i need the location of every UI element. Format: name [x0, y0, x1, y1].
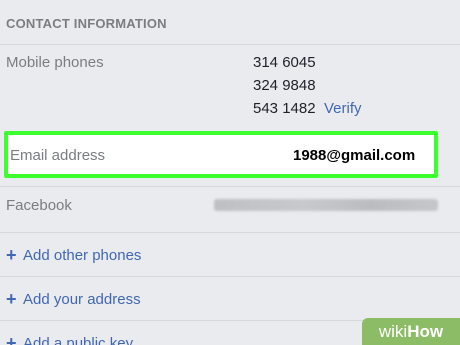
contact-info-panel: CONTACT INFORMATION Mobile phones 314 60… — [0, 0, 460, 345]
watermark-how: How — [407, 321, 444, 341]
facebook-label: Facebook — [6, 197, 72, 214]
add-public-key-label: Add a public key — [23, 335, 134, 345]
plus-icon: + — [6, 245, 17, 265]
row-divider — [0, 276, 460, 277]
email-row-highlight[interactable]: Email address 1988@gmail.com — [4, 131, 438, 178]
email-address-value: 1988@gmail.com — [293, 147, 416, 164]
phone-number-2: 324 9848 — [253, 77, 316, 94]
add-other-phones-link[interactable]: + Add other phones — [6, 245, 142, 265]
add-other-phones-label: Add other phones — [23, 247, 142, 264]
add-public-key-link[interactable]: + Add a public key — [6, 333, 134, 345]
row-divider — [0, 232, 460, 233]
plus-icon: + — [6, 289, 17, 309]
wikihow-watermark: wiki How — [362, 318, 460, 345]
add-your-address-link[interactable]: + Add your address — [6, 289, 141, 309]
plus-icon: + — [6, 333, 17, 345]
mobile-phones-label: Mobile phones — [6, 54, 104, 71]
section-title: CONTACT INFORMATION — [6, 16, 167, 31]
phone-number-1: 314 6045 — [253, 54, 316, 71]
verify-link[interactable]: Verify — [324, 100, 362, 117]
facebook-url-blurred[interactable] — [214, 199, 438, 211]
email-address-label: Email address — [10, 147, 106, 164]
add-your-address-label: Add your address — [23, 291, 141, 308]
watermark-wiki: wiki — [378, 321, 408, 341]
row-divider — [0, 186, 460, 187]
section-divider — [0, 44, 460, 45]
phone-number-3: 543 1482 — [253, 100, 316, 117]
